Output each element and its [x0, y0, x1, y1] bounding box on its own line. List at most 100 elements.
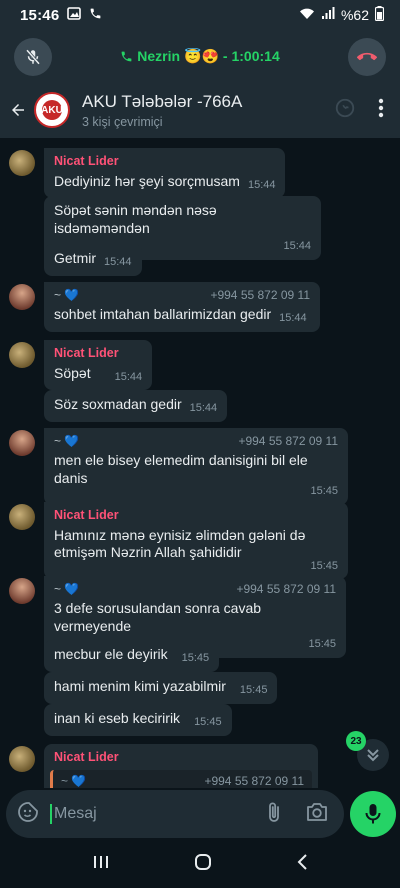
message-input[interactable]: [54, 805, 254, 823]
kebab-menu-icon: [378, 98, 384, 117]
message-time: 15:45: [181, 652, 210, 664]
message-composer: [6, 790, 344, 838]
message-bubble-with-reply[interactable]: Nicat Lider ~ 💙 +994 55 872 09 11: [44, 744, 318, 788]
sender-name: Nicat Lider: [54, 154, 119, 168]
camera-button[interactable]: [306, 802, 328, 827]
group-info[interactable]: AKU Tələbələr -766A 3 kişi çevrimiçi: [82, 92, 242, 129]
status-time: 15:46: [20, 6, 60, 24]
attach-button[interactable]: [266, 801, 282, 828]
message-text: 3 defe sorusulandan sonra cavab vermeyen…: [54, 600, 262, 634]
message-bubble[interactable]: mecbur ele deyirik 15:45: [44, 640, 220, 672]
sender-avatar[interactable]: [9, 150, 35, 176]
message-text: men ele bisey elemedim danisigini bil el…: [54, 452, 308, 486]
voice-message-button[interactable]: [350, 791, 396, 837]
add-call-button[interactable]: [334, 97, 356, 124]
message-text: Hamınız mənə eynisiz əlimdən gələni də e…: [54, 526, 306, 561]
sender-avatar[interactable]: [9, 342, 35, 368]
sender-name: ~ 💙: [54, 434, 80, 448]
message-bubble[interactable]: Nicat Lider Hamınız mənə eynisiz əlimdən…: [44, 502, 348, 580]
message-bubble[interactable]: Nicat Lider Söpət 15:44: [44, 340, 153, 391]
message-bubble[interactable]: Söz soxmadan gedir 15:44: [44, 390, 228, 422]
mic-off-icon: [25, 49, 41, 65]
call-duration: - 1:00:14: [222, 48, 280, 64]
sender-avatar[interactable]: [9, 284, 35, 310]
online-status: 3 kişi çevrimiçi: [82, 114, 163, 129]
home-button[interactable]: [194, 853, 212, 876]
message-time: 15:45: [310, 485, 338, 497]
message-time: 15:44: [279, 312, 307, 324]
sticker-icon: [18, 801, 38, 822]
sender-phone: +994 55 872 09 11: [238, 434, 338, 448]
sender-phone: +994 55 872 09 11: [236, 582, 336, 596]
sender-name: Nicat Lider: [54, 346, 119, 360]
message-list[interactable]: Nicat Lider Dediyiniz hər şeyi sorçmusam…: [0, 138, 400, 788]
recents-icon: [94, 855, 108, 868]
paperclip-icon: [269, 802, 279, 822]
group-title: AKU Tələbələr -766A: [82, 91, 243, 111]
wifi-icon: [299, 7, 315, 23]
message-time: 15:44: [114, 370, 143, 383]
message-bubble[interactable]: ~ 💙 +994 55 872 09 11 sohbet imtahan ball…: [44, 282, 320, 332]
system-navigation-bar: [0, 840, 400, 888]
call-status[interactable]: Nezrin 😇😍 - 1:00:14: [120, 47, 280, 65]
arrow-left-icon: [12, 104, 24, 116]
sender-name: ~ 💙: [54, 288, 80, 302]
chevron-left-icon: [297, 853, 307, 870]
message-text: Söpət: [54, 364, 91, 381]
sender-name: Nicat Lider: [54, 750, 119, 764]
quoted-message[interactable]: ~ 💙 +994 55 872 09 11: [50, 770, 312, 788]
unread-count-badge: 23: [346, 731, 366, 751]
quoted-sender: ~ 💙: [61, 774, 87, 788]
group-avatar-logo: AKU: [41, 100, 63, 120]
back-button[interactable]: [2, 82, 34, 138]
quoted-phone: +994 55 872 09 11: [204, 774, 304, 788]
end-call-button[interactable]: [348, 38, 386, 76]
message-text: Dediyiniz hər şeyi sorçmusam: [54, 172, 240, 189]
camera-icon: [307, 802, 327, 821]
message-text: hami menim kimi yazabilmir: [54, 678, 226, 694]
emoji-sticker-button[interactable]: [16, 800, 40, 829]
chat-header: AKU AKU Tələbələr -766A 3 kişi çevrimiçi: [0, 82, 400, 138]
message-text: Getmir: [54, 250, 96, 266]
message-text: inan ki eseb keciririk: [54, 710, 181, 726]
battery-percent: %62: [340, 7, 369, 23]
call-add-icon: [335, 98, 355, 117]
system-back-button[interactable]: [296, 853, 308, 876]
mute-button[interactable]: [14, 38, 52, 76]
microphone-icon: [365, 804, 381, 824]
message-bubble[interactable]: Getmir 15:44: [44, 244, 142, 276]
call-phone-icon: [121, 51, 132, 61]
message-text: sohbet imtahan ballarimizdan gedir: [54, 306, 272, 322]
phone-notification-icon: [89, 7, 102, 24]
recent-apps-button[interactable]: [92, 854, 110, 875]
ongoing-call-bar[interactable]: Nezrin 😇😍 - 1:00:14: [0, 30, 400, 82]
message-text: Söz soxmadan gedir: [54, 396, 182, 412]
more-options-button[interactable]: [378, 98, 384, 123]
sender-phone: +994 55 872 09 11: [210, 288, 310, 302]
sender-name: ~ 💙: [54, 582, 80, 596]
message-time: 15:45: [239, 684, 268, 696]
group-avatar[interactable]: AKU: [34, 92, 70, 128]
whatsapp-group-chat-screen: { "status_bar": { "time": "15:46", "batt…: [0, 0, 400, 888]
message-bubble[interactable]: inan ki eseb keciririk 15:45: [44, 704, 232, 736]
message-bubble[interactable]: Nicat Lider Dediyiniz hər şeyi sorçmusam…: [44, 148, 286, 199]
message-time: 15:44: [104, 256, 132, 268]
call-name: Nezrin: [137, 48, 181, 64]
text-caret: [50, 804, 52, 824]
sender-avatar[interactable]: [9, 504, 35, 530]
sender-avatar[interactable]: [9, 430, 35, 456]
sender-name: Nicat Lider: [54, 508, 119, 522]
message-bubble[interactable]: hami menim kimi yazabilmir 15:45: [44, 672, 278, 704]
message-time: 15:45: [194, 716, 222, 728]
status-bar: 15:46 %62: [0, 0, 400, 30]
signal-icon: [321, 7, 335, 23]
call-emoji: 😇😍: [184, 47, 219, 64]
message-bubble[interactable]: ~ 💙 +994 55 872 09 11 men ele bisey eleme…: [44, 428, 348, 505]
message-text: mecbur ele deyirik: [54, 646, 168, 662]
message-time: 15:45: [310, 559, 338, 572]
message-time: 15:44: [247, 178, 276, 191]
sender-avatar[interactable]: [9, 578, 35, 604]
message-text: Söpət sənin məndən nəsə isdəməməndən: [54, 202, 217, 236]
home-icon: [195, 853, 211, 870]
sender-avatar[interactable]: [9, 746, 35, 772]
